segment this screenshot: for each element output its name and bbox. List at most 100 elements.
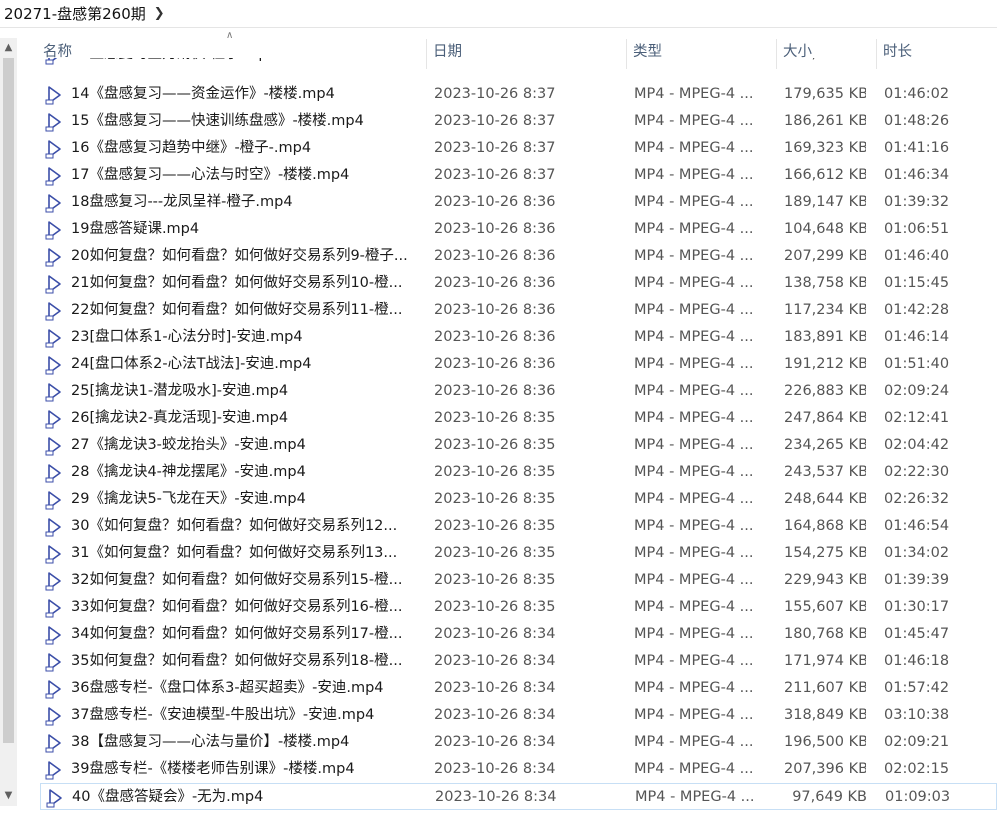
list-item[interactable]: 14《盘感复习——资金运作》-楼楼.mp4 2023-10-26 8:37 MP4 … bbox=[40, 81, 997, 108]
file-name: 40《盘感答疑会》-无为.mp4 bbox=[72, 789, 264, 805]
list-item[interactable]: 13盘感复习主力洧伏-橙子.mp4 2023-10-26 8:37 MP4 - … bbox=[40, 58, 997, 68]
video-file-icon bbox=[45, 761, 61, 780]
file-type: MP4 - MPEG-4 ... bbox=[634, 545, 754, 561]
file-size: 155,607 KB bbox=[784, 599, 866, 615]
file-type: MP4 - MPEG-4 ... bbox=[634, 410, 754, 426]
file-duration: 01:41:16 bbox=[884, 140, 950, 156]
file-date: 2023-10-26 8:36 bbox=[434, 275, 556, 291]
list-item[interactable]: 20如何复盘？如何看盘？如何做好交易系列9-橙子... 2023-10-26 8:… bbox=[40, 243, 997, 270]
file-size: 104,648 KB bbox=[784, 221, 866, 237]
file-type: MP4 - MPEG-4 ... bbox=[634, 221, 754, 237]
breadcrumb-folder[interactable]: 20271-盘感第260期 bbox=[4, 3, 146, 24]
file-type: MP4 - MPEG-4 ... bbox=[634, 275, 754, 291]
file-name: 21如何复盘？如何看盘？如何做好交易系列10-橙... bbox=[71, 275, 403, 291]
file-date: 2023-10-26 8:37 bbox=[434, 140, 556, 156]
list-item[interactable]: 34如何复盘？如何看盘？如何做好交易系列17-橙... 2023-10-26 8:… bbox=[40, 621, 997, 648]
list-item[interactable]: 19盘感答疑课.mp4 2023-10-26 8:36 MP4 - MPEG-4 .… bbox=[40, 216, 997, 243]
file-size: 179,635 KB bbox=[784, 86, 866, 102]
file-duration: 01:57:42 bbox=[884, 680, 950, 696]
list-item[interactable]: 31《如何复盘？如何看盘？如何做好交易系列13... 2023-10-26 8:3… bbox=[40, 540, 997, 567]
file-name: 34如何复盘？如何看盘？如何做好交易系列17-橙... bbox=[71, 626, 403, 642]
file-duration: 01:46:14 bbox=[884, 329, 950, 345]
list-item[interactable]: 17《盘感复习——心法与时空》-楼楼.mp4 2023-10-26 8:37 MP4… bbox=[40, 162, 997, 189]
file-name: 22如何复盘？如何看盘？如何做好交易系列11-橙... bbox=[71, 302, 403, 318]
file-date: 2023-10-26 8:36 bbox=[434, 302, 556, 318]
file-size: 247,864 KB bbox=[784, 410, 866, 426]
video-file-icon bbox=[45, 248, 61, 267]
file-size: 189,147 KB bbox=[784, 194, 866, 210]
list-item[interactable]: 24[盘口体系2-心法T战法]-安迪.mp4 2023-10-26 8:36 MP4… bbox=[40, 351, 997, 378]
file-type: MP4 - MPEG-4 ... bbox=[634, 707, 754, 723]
file-date: 2023-10-26 8:35 bbox=[434, 572, 556, 588]
file-type: MP4 - MPEG-4 ... bbox=[634, 140, 754, 156]
file-name: 16《盘感复习趋势中继》-橙子-.mp4 bbox=[71, 140, 312, 156]
file-type: MP4 - MPEG-4 ... bbox=[634, 329, 754, 345]
list-item[interactable]: 16《盘感复习趋势中继》-橙子-.mp4 2023-10-26 8:37 MP4 -… bbox=[40, 135, 997, 162]
file-name: 13盘感复习主力洧伏-橙子.mp4 bbox=[71, 58, 427, 68]
file-size: 191,212 KB bbox=[784, 356, 866, 372]
list-item[interactable]: 35如何复盘？如何看盘？如何做好交易系列18-橙... 2023-10-26 8:… bbox=[40, 648, 997, 675]
file-size: 169,323 KB bbox=[784, 140, 866, 156]
file-type: MP4 - MPEG-4 ... bbox=[634, 653, 754, 669]
file-type: MP4 - MPEG-4 ... bbox=[634, 572, 754, 588]
video-file-icon bbox=[45, 383, 61, 402]
file-size: 234,265 KB bbox=[784, 437, 866, 453]
file-date: 2023-10-26 8:34 bbox=[434, 761, 556, 777]
list-item[interactable]: 27《擒龙诀3-蛟龙抬头》-安迪.mp4 2023-10-26 8:35 MP4 -… bbox=[40, 432, 997, 459]
list-item[interactable]: 32如何复盘？如何看盘？如何做好交易系列15-橙... 2023-10-26 8:… bbox=[40, 567, 997, 594]
file-size: 207,396 KB bbox=[784, 761, 866, 777]
list-item[interactable]: 40《盘感答疑会》-无为.mp4 2023-10-26 8:34 MP4 - MPE… bbox=[40, 783, 997, 810]
file-name: 38【盘感复习——心法与量价】-楼楼.mp4 bbox=[71, 734, 350, 750]
file-name: 14《盘感复习——资金运作》-楼楼.mp4 bbox=[71, 86, 335, 102]
file-type: MP4 - MPEG-4 ... bbox=[634, 626, 754, 642]
video-file-icon bbox=[45, 86, 61, 105]
video-file-icon bbox=[45, 707, 61, 726]
file-size: 243,537 KB bbox=[784, 464, 866, 480]
file-duration: 01:39:39 bbox=[884, 572, 950, 588]
file-size: 207,299 KB bbox=[784, 248, 866, 264]
list-item[interactable]: 39盘感专栏-《楼楼老师告别课》-楼楼.mp4 2023-10-26 8:34 MP… bbox=[40, 756, 997, 783]
list-item[interactable]: 15《盘感复习——快速训练盘感》-楼楼.mp4 2023-10-26 8:37 MP… bbox=[40, 108, 997, 135]
list-item[interactable]: 30《如何复盘？如何看盘？如何做好交易系列12... 2023-10-26 8:3… bbox=[40, 513, 997, 540]
file-date: 2023-10-26 8:36 bbox=[434, 383, 556, 399]
file-name: 28《擒龙诀4-神龙摆尾》-安迪.mp4 bbox=[71, 464, 306, 480]
list-item[interactable]: 25[擒龙诀1-潜龙吸水]-安迪.mp4 2023-10-26 8:36 MP4 -… bbox=[40, 378, 997, 405]
list-item[interactable]: 23[盘口体系1-心法分时]-安迪.mp4 2023-10-26 8:36 MP4 … bbox=[40, 324, 997, 351]
file-name: 23[盘口体系1-心法分时]-安迪.mp4 bbox=[71, 329, 303, 345]
scroll-up-icon[interactable]: ▲ bbox=[0, 40, 17, 56]
list-item[interactable]: 21如何复盘？如何看盘？如何做好交易系列10-橙... 2023-10-26 8:… bbox=[40, 270, 997, 297]
list-item[interactable]: 18盘感复习---龙凤呈祥-橙子.mp4 2023-10-26 8:36 MP4 -… bbox=[40, 189, 997, 216]
list-item[interactable]: 28《擒龙诀4-神龙摆尾》-安迪.mp4 2023-10-26 8:35 MP4 -… bbox=[40, 459, 997, 486]
list-item[interactable]: 36盘感专栏-《盘口体系3-超买超卖》-安迪.mp4 2023-10-26 8:3… bbox=[40, 675, 997, 702]
file-duration: 02:22:30 bbox=[884, 464, 950, 480]
file-duration: 01:46:18 bbox=[884, 653, 950, 669]
file-date: 2023-10-26 8:37 bbox=[434, 86, 556, 102]
video-file-icon bbox=[45, 167, 61, 186]
list-item[interactable]: 22如何复盘？如何看盘？如何做好交易系列11-橙... 2023-10-26 8:… bbox=[40, 297, 997, 324]
chevron-right-icon[interactable]: ❯ bbox=[154, 6, 165, 21]
file-name: 24[盘口体系2-心法T战法]-安迪.mp4 bbox=[71, 356, 312, 372]
file-size: 196,500 KB bbox=[784, 734, 866, 750]
breadcrumb[interactable]: 20271-盘感第260期 ❯ bbox=[0, 0, 997, 28]
file-date: 2023-10-26 8:36 bbox=[434, 194, 556, 210]
video-file-icon bbox=[45, 58, 58, 65]
file-name: 15《盘感复习——快速训练盘感》-楼楼.mp4 bbox=[71, 113, 364, 129]
file-date: 2023-10-26 8:34 bbox=[434, 680, 556, 696]
video-file-icon bbox=[45, 275, 61, 294]
video-file-icon bbox=[45, 626, 61, 645]
file-size: 166,612 KB bbox=[784, 167, 866, 183]
file-date: 2023-10-26 8:34 bbox=[434, 653, 556, 669]
video-file-icon bbox=[45, 221, 61, 240]
file-type: MP4 - MPEG-4 ... bbox=[634, 383, 754, 399]
list-item[interactable]: 33如何复盘？如何看盘？如何做好交易系列16-橙... 2023-10-26 8:… bbox=[40, 594, 997, 621]
list-item[interactable]: 26[擒龙诀2-真龙活现]-安迪.mp4 2023-10-26 8:35 MP4 -… bbox=[40, 405, 997, 432]
file-type: MP4 - MPEG-4 ... bbox=[634, 734, 754, 750]
file-date: 2023-10-26 8:34 bbox=[434, 707, 556, 723]
list-item[interactable]: 38【盘感复习——心法与量价】-楼楼.mp4 2023-10-26 8:34 MP4… bbox=[40, 729, 997, 756]
file-type: MP4 - MPEG-4 ... bbox=[634, 518, 754, 534]
file-name: 30《如何复盘？如何看盘？如何做好交易系列12... bbox=[71, 518, 398, 534]
list-item[interactable]: 37盘感专栏-《安迪模型-牛股出坑》-安迪.mp4 2023-10-26 8:34… bbox=[40, 702, 997, 729]
file-type: MP4 - MPEG-4 ... bbox=[634, 86, 754, 102]
file-name: 26[擒龙诀2-真龙活现]-安迪.mp4 bbox=[71, 410, 289, 426]
list-item[interactable]: 29《擒龙诀5-飞龙在天》-安迪.mp4 2023-10-26 8:35 MP4 -… bbox=[40, 486, 997, 513]
